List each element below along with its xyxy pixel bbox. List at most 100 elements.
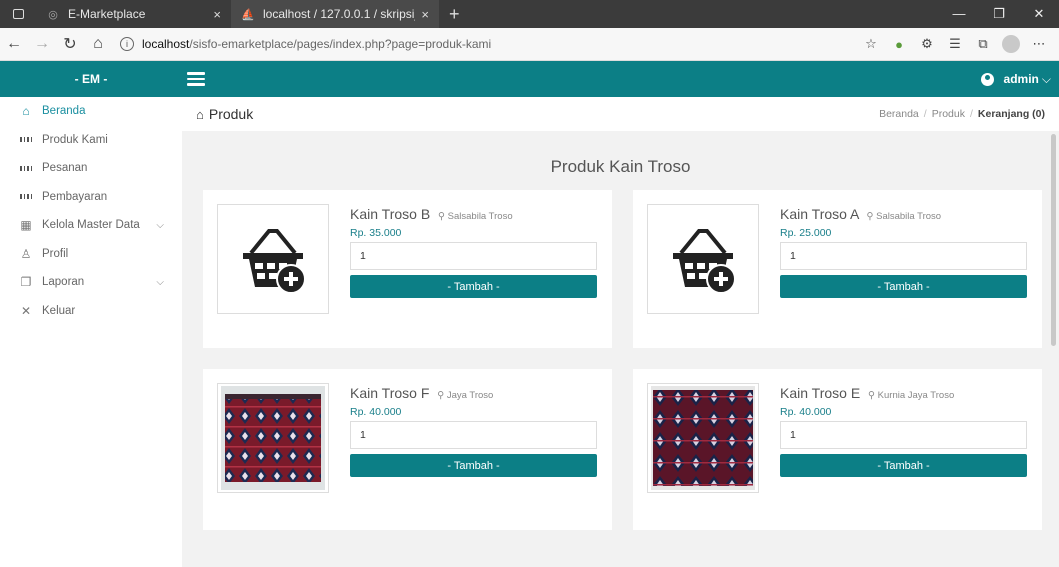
user-icon bbox=[980, 72, 994, 86]
page-scrollbar[interactable] bbox=[1051, 134, 1056, 346]
user-menu[interactable]: admin ⌵ bbox=[980, 61, 1051, 97]
sidebar-item-profil[interactable]: ♙ Profil bbox=[0, 240, 182, 269]
grid-icon bbox=[20, 191, 32, 203]
browser-tab-bar: ◎ E-Marketplace × ⛵ localhost / 127.0.0.… bbox=[0, 0, 1059, 28]
product-name-text: Kain Troso F bbox=[350, 385, 430, 401]
product-image bbox=[647, 383, 759, 493]
product-price: Rp. 40.000 bbox=[780, 406, 832, 418]
site-info-icon[interactable]: i bbox=[120, 37, 134, 51]
sidebar-item-laporan[interactable]: ❐ Laporan ⌵ bbox=[0, 268, 182, 297]
store-name: Kurnia Jaya Troso bbox=[877, 390, 955, 401]
browser-tab-emarketplace[interactable]: ◎ E-Marketplace × bbox=[36, 0, 231, 28]
extension-icon[interactable]: ● bbox=[885, 37, 913, 52]
sidebar: ⌂ Beranda Produk Kami Pesanan Pembayaran… bbox=[0, 97, 182, 567]
chevron-down-icon: ⌵ bbox=[156, 276, 164, 288]
close-window-button[interactable]: ✕ bbox=[1019, 0, 1059, 28]
extensions-puzzle-icon[interactable]: ⚙ bbox=[913, 36, 941, 52]
store-location: ⚲ Jaya Troso bbox=[437, 390, 494, 401]
product-name: Kain Troso E ⚲ Kurnia Jaya Troso bbox=[780, 385, 954, 401]
page-title-text: Produk bbox=[208, 106, 254, 122]
breadcrumb: Beranda / Produk / Keranjang (0) bbox=[879, 108, 1045, 120]
more-menu-icon[interactable]: ⋯ bbox=[1025, 36, 1053, 52]
browser-toolbar: ☆ ● ⚙ ☰ ⧉ ⋯ bbox=[857, 35, 1053, 53]
sidebar-item-kelola-master-data[interactable]: ▦ Kelola Master Data ⌵ bbox=[0, 211, 182, 240]
quantity-input[interactable] bbox=[350, 242, 597, 270]
quantity-input[interactable] bbox=[780, 421, 1027, 449]
page-title: ⌂ Produk bbox=[196, 106, 253, 122]
sidebar-item-label: Keluar bbox=[42, 304, 76, 317]
forward-button[interactable]: → bbox=[28, 35, 56, 53]
phpmyadmin-favicon-icon: ⛵ bbox=[241, 8, 255, 21]
collections-icon[interactable]: ⧉ bbox=[969, 36, 997, 52]
store-location: ⚲ Kurnia Jaya Troso bbox=[868, 390, 955, 401]
product-card: Kain Troso A ⚲ Salsabila Troso Rp. 25.00… bbox=[633, 190, 1042, 348]
window-controls: — ❐ ✕ bbox=[939, 0, 1059, 28]
tab-close-icon[interactable]: × bbox=[421, 7, 429, 22]
restore-button[interactable]: ❐ bbox=[979, 0, 1019, 28]
profile-avatar[interactable] bbox=[1002, 35, 1020, 53]
document-icon: ❐ bbox=[20, 275, 32, 290]
tab-close-icon[interactable]: × bbox=[213, 7, 221, 22]
home-button[interactable]: ⌂ bbox=[84, 35, 112, 53]
sidebar-item-label: Profil bbox=[42, 247, 69, 260]
breadcrumb-keranjang[interactable]: Keranjang (0) bbox=[978, 108, 1045, 120]
sidebar-item-keluar[interactable]: ✕ Keluar bbox=[0, 297, 182, 326]
basket-add-icon bbox=[673, 229, 736, 294]
breadcrumb-beranda[interactable]: Beranda bbox=[879, 108, 919, 120]
main-content: Produk Kain Troso Kain Troso B ⚲ Salsabi… bbox=[182, 131, 1059, 567]
breadcrumb-produk[interactable]: Produk bbox=[932, 108, 965, 120]
sidebar-item-label: Kelola Master Data bbox=[42, 219, 140, 232]
url-host: localhost bbox=[142, 37, 190, 51]
breadcrumb-separator: / bbox=[969, 108, 973, 120]
new-tab-button[interactable]: + bbox=[439, 4, 470, 25]
window-menu-icon[interactable] bbox=[0, 0, 36, 28]
minimize-button[interactable]: — bbox=[939, 0, 979, 28]
page-header: ⌂ Produk Beranda / Produk / Keranjang (0) bbox=[182, 97, 1059, 131]
quantity-input[interactable] bbox=[350, 421, 597, 449]
browser-tab-phpmyadmin[interactable]: ⛵ localhost / 127.0.0.1 / skripsi_ma × bbox=[231, 0, 439, 28]
sidebar-item-beranda[interactable]: ⌂ Beranda bbox=[0, 97, 182, 126]
menu-toggle-icon[interactable] bbox=[187, 69, 205, 89]
add-to-cart-button[interactable]: - Tambah - bbox=[780, 275, 1027, 298]
product-name-text: Kain Troso E bbox=[780, 385, 861, 401]
sidebar-item-pesanan[interactable]: Pesanan bbox=[0, 154, 182, 183]
fabric-photo bbox=[221, 386, 325, 490]
store-name: Salsabila Troso bbox=[876, 211, 942, 222]
tab-title: E-Marketplace bbox=[68, 7, 146, 21]
product-image bbox=[217, 383, 329, 493]
product-card: Kain Troso B ⚲ Salsabila Troso Rp. 35.00… bbox=[203, 190, 612, 348]
add-to-cart-button[interactable]: - Tambah - bbox=[350, 275, 597, 298]
tab-favicon-icon: ◎ bbox=[48, 8, 58, 21]
breadcrumb-separator: / bbox=[923, 108, 927, 120]
close-icon: ✕ bbox=[20, 303, 32, 318]
store-location: ⚲ Salsabila Troso bbox=[438, 211, 513, 222]
add-to-cart-button[interactable]: - Tambah - bbox=[350, 454, 597, 477]
sidebar-item-label: Pembayaran bbox=[42, 190, 108, 203]
store-name: Salsabila Troso bbox=[447, 211, 513, 222]
quantity-input[interactable] bbox=[780, 242, 1027, 270]
tab-title: localhost / 127.0.0.1 / skripsi_ma bbox=[263, 7, 415, 21]
favorites-list-icon[interactable]: ☰ bbox=[941, 36, 969, 52]
product-price: Rp. 40.000 bbox=[350, 406, 402, 418]
product-card: Kain Troso E ⚲ Kurnia Jaya Troso Rp. 40.… bbox=[633, 369, 1042, 530]
sidebar-item-label: Pesanan bbox=[42, 162, 88, 175]
url-path: /sisfo-emarketplace/pages/index.php?page… bbox=[189, 37, 492, 51]
store-location: ⚲ Salsabila Troso bbox=[866, 211, 942, 222]
section-heading: Produk Kain Troso bbox=[550, 157, 691, 176]
product-name-text: Kain Troso A bbox=[780, 206, 859, 222]
product-card: Kain Troso F ⚲ Jaya Troso Rp. 40.000 - T… bbox=[203, 369, 612, 530]
favorite-star-icon[interactable]: ☆ bbox=[857, 36, 885, 52]
app-brand[interactable]: - EM - bbox=[0, 72, 182, 86]
product-name-text: Kain Troso B bbox=[350, 206, 431, 222]
grid-icon bbox=[20, 162, 32, 174]
back-button[interactable]: ← bbox=[0, 35, 28, 53]
refresh-button[interactable]: ↻ bbox=[56, 34, 84, 54]
product-image bbox=[217, 204, 329, 314]
chevron-down-icon: ⌵ bbox=[156, 219, 164, 231]
sidebar-item-pembayaran[interactable]: Pembayaran bbox=[0, 183, 182, 212]
sidebar-item-produk-kami[interactable]: Produk Kami bbox=[0, 126, 182, 155]
product-price: Rp. 25.000 bbox=[780, 227, 832, 239]
url-field[interactable]: i localhost/sisfo-emarketplace/pages/ind… bbox=[120, 37, 857, 51]
add-to-cart-button[interactable]: - Tambah - bbox=[780, 454, 1027, 477]
user-icon: ♙ bbox=[20, 246, 32, 261]
